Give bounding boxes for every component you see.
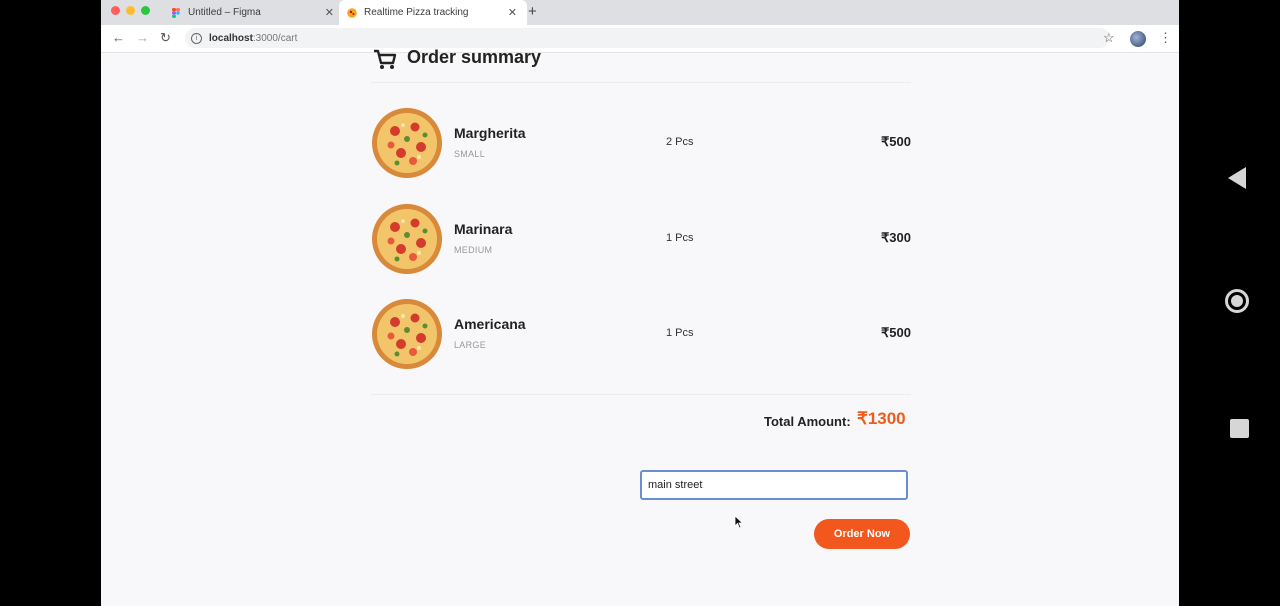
total-amount-value: ₹1300 — [857, 409, 906, 428]
item-size: LARGE — [454, 340, 487, 350]
cart-page: Order summary Margherita SMALL 2 Pcs ₹50… — [101, 47, 1179, 606]
total-amount-label: Total Amount: — [764, 414, 851, 429]
new-tab-icon[interactable]: + — [528, 3, 537, 20]
close-icon[interactable]: ✕ — [325, 6, 334, 19]
tab-title: Realtime Pizza tracking — [364, 7, 469, 18]
cart-icon — [374, 49, 397, 69]
pizza-image — [372, 108, 442, 178]
order-now-button[interactable]: Order Now — [814, 519, 910, 549]
item-name: Americana — [454, 316, 526, 332]
item-quantity: 2 Pcs — [666, 136, 694, 148]
item-price: ₹500 — [881, 325, 911, 340]
reload-icon[interactable]: ↻ — [160, 30, 171, 46]
recents-icon[interactable] — [1230, 419, 1249, 438]
tab-figma[interactable]: Untitled – Figma ✕ — [163, 0, 344, 25]
address-bar[interactable]: i localhost:3000/cart — [185, 28, 1110, 48]
forward-arrow-icon[interactable]: → — [136, 30, 149, 45]
item-quantity: 1 Pcs — [666, 232, 694, 244]
browser-toolbar: ← → ↻ i localhost:3000/cart ☆ ⋮ — [101, 25, 1179, 53]
item-size: MEDIUM — [454, 245, 493, 255]
window-minimize-dot[interactable] — [126, 6, 135, 15]
cart-item: Americana LARGE 1 Pcs ₹500 — [371, 298, 911, 370]
url-path: :3000/cart — [252, 32, 298, 44]
figma-icon — [172, 7, 180, 18]
cart-item: Margherita SMALL 2 Pcs ₹500 — [371, 107, 911, 179]
pizza-favicon-icon — [347, 7, 357, 18]
tab-pizza-tracking[interactable]: Realtime Pizza tracking ✕ — [339, 0, 527, 25]
item-price: ₹500 — [881, 134, 911, 149]
profile-avatar[interactable] — [1130, 31, 1146, 47]
cart-item: Marinara MEDIUM 1 Pcs ₹300 — [371, 203, 911, 275]
browser-window: Untitled – Figma ✕ Realtime Pizza tracki… — [101, 0, 1179, 606]
window-close-dot[interactable] — [111, 6, 120, 15]
window-maximize-dot[interactable] — [141, 6, 150, 15]
home-icon[interactable] — [1225, 289, 1249, 313]
divider — [371, 82, 911, 83]
address-input[interactable] — [640, 470, 908, 500]
url-host: localhost — [209, 32, 253, 44]
item-name: Marinara — [454, 221, 513, 237]
back-arrow-icon[interactable]: ← — [112, 30, 125, 45]
item-price: ₹300 — [881, 230, 911, 245]
android-navigation-bar — [1179, 0, 1280, 606]
back-icon[interactable] — [1228, 167, 1246, 189]
tab-title: Untitled – Figma — [188, 7, 261, 18]
item-size: SMALL — [454, 149, 486, 159]
tab-bar: Untitled – Figma ✕ Realtime Pizza tracki… — [101, 0, 1179, 25]
pizza-image — [372, 299, 442, 369]
page-title: Order summary — [407, 47, 542, 67]
pizza-image — [372, 204, 442, 274]
divider — [371, 394, 911, 395]
mouse-cursor-icon — [734, 515, 744, 529]
item-quantity: 1 Pcs — [666, 327, 694, 339]
close-icon[interactable]: ✕ — [508, 6, 517, 19]
browser-menu-icon[interactable]: ⋮ — [1159, 30, 1172, 46]
bookmark-star-icon[interactable]: ☆ — [1103, 30, 1115, 46]
item-name: Margherita — [454, 125, 526, 141]
site-info-icon[interactable]: i — [191, 32, 202, 44]
